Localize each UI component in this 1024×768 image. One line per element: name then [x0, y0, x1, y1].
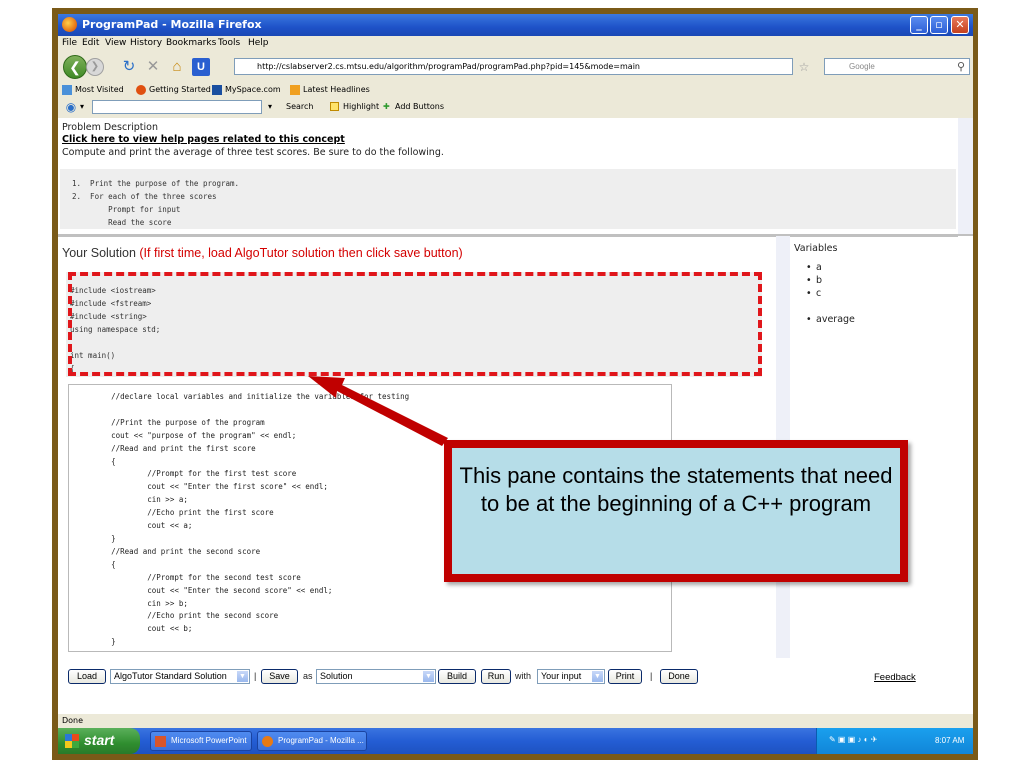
- callout-box: This pane contains the statements that n…: [444, 440, 908, 582]
- callout-arrow: [308, 376, 448, 446]
